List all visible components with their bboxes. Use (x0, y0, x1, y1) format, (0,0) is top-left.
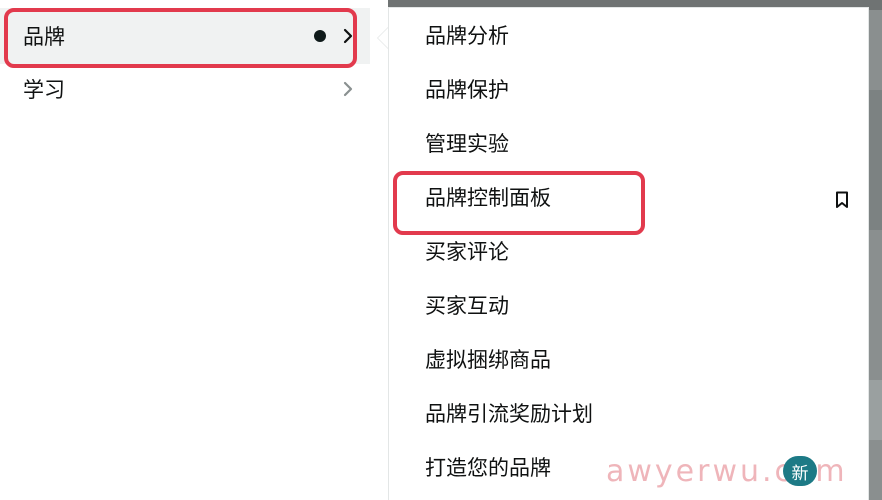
background-panel-right (868, 0, 882, 500)
submenu-item-build-your-brand[interactable]: 打造您的品牌 (425, 454, 551, 482)
brand-submenu: 品牌分析 品牌保护 管理实验 品牌控制面板 买家评论 买家互动 虚拟捆绑商品 品… (389, 8, 868, 500)
left-menu-item-learn[interactable]: 学习 (0, 62, 370, 116)
submenu-item-virtual-bundles[interactable]: 虚拟捆绑商品 (425, 346, 551, 374)
left-menu-item-label: 学习 (23, 78, 65, 102)
highlight-box-brand-dashboard (393, 171, 645, 235)
submenu-item-manage-experiments[interactable]: 管理实验 (425, 130, 509, 158)
submenu-item-brand-referral-bonus[interactable]: 品牌引流奖励计划 (425, 400, 593, 428)
bookmark-icon[interactable] (835, 191, 849, 209)
highlight-box-brand (4, 8, 357, 68)
submenu-item-customer-engagement[interactable]: 买家互动 (425, 292, 509, 320)
submenu-item-brand-analytics[interactable]: 品牌分析 (425, 22, 509, 50)
background-panel-top (388, 0, 882, 8)
submenu-item-customer-reviews[interactable]: 买家评论 (425, 238, 509, 266)
new-badge: 新 (783, 456, 817, 486)
submenu-item-brand-protection[interactable]: 品牌保护 (425, 76, 509, 104)
chevron-right-icon (340, 81, 356, 97)
left-menu: 品牌 学习 (0, 0, 388, 500)
